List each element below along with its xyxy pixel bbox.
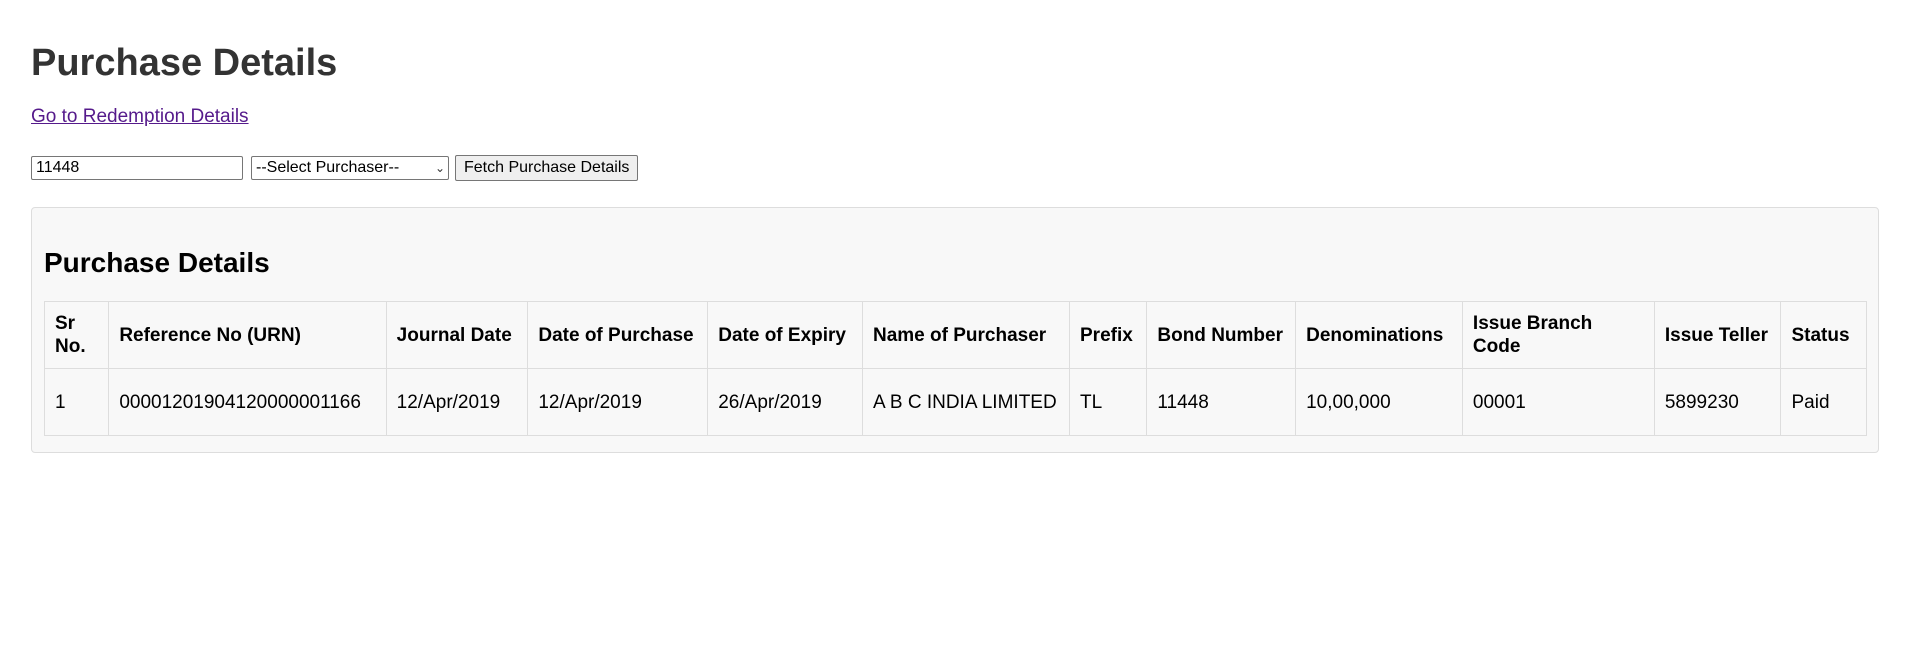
search-controls: --Select Purchaser-- ⌄ Fetch Purchase De…: [31, 154, 1883, 182]
column-header: Prefix: [1068, 301, 1148, 369]
table-header-row: Sr No. Reference No (URN) Journal Date D…: [43, 301, 1867, 369]
cell-issue-branch-code: 00001: [1461, 368, 1655, 436]
column-header: Denominations: [1295, 301, 1463, 369]
column-header: Date of Purchase: [527, 301, 709, 369]
purchaser-select-value: --Select Purchaser--: [256, 159, 400, 176]
cell-status: Paid: [1780, 368, 1867, 436]
purchase-details-panel: Purchase Details Sr No. Reference No (UR…: [31, 207, 1879, 453]
page-title: Purchase Details: [31, 42, 338, 84]
cell-sr-no: 1: [43, 368, 110, 436]
column-header: Sr No.: [43, 301, 110, 369]
urn-input[interactable]: [31, 156, 243, 180]
cell-denominations: 10,00,000: [1295, 368, 1463, 436]
column-header: Name of Purchaser: [861, 301, 1071, 369]
chevron-down-icon: ⌄: [434, 161, 445, 175]
panel-title: Purchase Details: [44, 247, 270, 278]
cell-journal-date: 12/Apr/2019: [385, 368, 529, 436]
cell-date-of-purchase: 12/Apr/2019: [527, 368, 709, 436]
column-header: Reference No (URN): [108, 301, 387, 369]
fetch-purchase-details-button[interactable]: Fetch Purchase Details: [455, 155, 639, 181]
page: Purchase Details Go to Redemption Detail…: [0, 0, 1914, 453]
cell-prefix: TL: [1068, 368, 1148, 436]
column-header: Status: [1780, 301, 1867, 369]
column-header: Bond Number: [1146, 301, 1297, 369]
cell-bond-number: 11448: [1146, 368, 1297, 436]
column-header: Date of Expiry: [707, 301, 863, 369]
column-header: Issue Branch Code: [1461, 301, 1655, 369]
purchase-details-table: Sr No. Reference No (URN) Journal Date D…: [43, 301, 1867, 436]
column-header: Issue Teller: [1653, 301, 1782, 369]
redemption-details-link[interactable]: Go to Redemption Details: [31, 106, 249, 128]
purchaser-select[interactable]: --Select Purchaser-- ⌄: [251, 156, 449, 180]
cell-date-of-expiry: 26/Apr/2019: [707, 368, 863, 436]
cell-reference-no: 00001201904120000001166: [108, 368, 387, 436]
table-row: 1 00001201904120000001166 12/Apr/2019 12…: [43, 368, 1867, 436]
column-header: Journal Date: [385, 301, 529, 369]
cell-issue-teller: 5899230: [1653, 368, 1782, 436]
cell-name-of-purchaser: A B C INDIA LIMITED: [861, 368, 1071, 436]
